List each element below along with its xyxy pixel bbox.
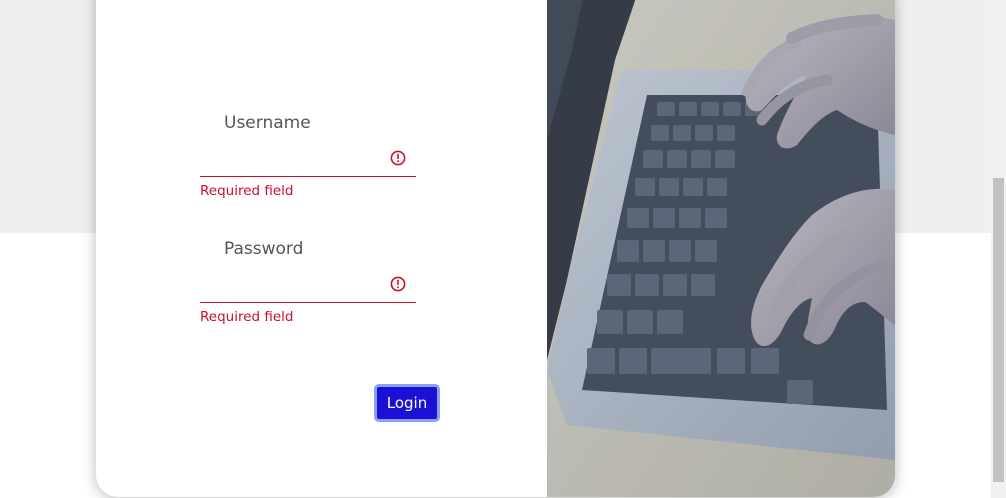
username-error-message: Required field [200,183,294,199]
username-label: Username [224,113,311,133]
password-label: Password [224,239,304,259]
login-card: Username Required field Password Require… [96,0,895,497]
laptop-typing-photo [547,0,895,497]
error-icon [390,276,406,292]
login-form: Username Required field Password Require… [96,0,547,497]
scrollbar-thumb[interactable] [993,178,1004,482]
password-input[interactable] [200,267,416,303]
page-scrollbar[interactable] [991,0,1006,498]
laptop-photo-illustration [547,0,895,497]
login-page: Username Required field Password Require… [0,0,1006,498]
username-input[interactable] [200,141,416,177]
login-button[interactable]: Login [374,384,440,422]
password-error-message: Required field [200,309,294,325]
error-icon [390,150,406,166]
